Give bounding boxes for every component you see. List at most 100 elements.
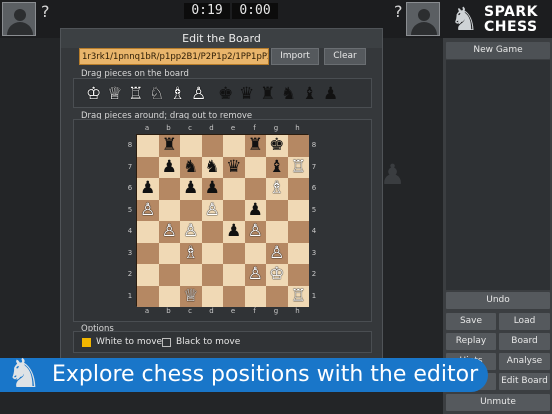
square-d5[interactable]: ♙ [201,199,223,221]
square-f1[interactable] [244,285,266,307]
square-b5[interactable] [158,199,180,221]
chess-piece[interactable]: ♖ [291,286,306,306]
square-g3[interactable]: ♙ [266,242,288,264]
square-h6[interactable] [287,178,309,200]
chess-piece[interactable]: ♝ [269,157,284,177]
square-a8[interactable] [137,135,159,157]
square-h1[interactable]: ♖ [287,285,309,307]
chess-piece[interactable]: ♙ [248,264,263,284]
square-e8[interactable] [223,135,245,157]
square-b4[interactable]: ♙ [158,221,180,243]
new-game-button[interactable]: New Game [446,42,550,59]
square-f7[interactable] [244,156,266,178]
square-g6[interactable]: ♗ [266,178,288,200]
square-f2[interactable]: ♙ [244,264,266,286]
square-f8[interactable]: ♜ [244,135,266,157]
square-c3[interactable]: ♗ [180,242,202,264]
square-a3[interactable] [137,242,159,264]
palette-white-piece[interactable]: ♙ [191,85,206,103]
square-b8[interactable]: ♜ [158,135,180,157]
square-h4[interactable] [287,221,309,243]
square-e3[interactable] [223,242,245,264]
chess-piece[interactable]: ♟ [248,200,263,220]
palette-black-piece[interactable]: ♝ [302,85,317,103]
square-h3[interactable] [287,242,309,264]
square-d8[interactable] [201,135,223,157]
palette-white-piece[interactable]: ♖ [128,85,143,103]
square-b1[interactable] [158,285,180,307]
import-button[interactable]: Import [271,48,319,65]
square-c6[interactable]: ♟ [180,178,202,200]
square-c5[interactable] [180,199,202,221]
edit-chessboard[interactable]: ♜ ♜ ♚ ♟ ♞ ♞ ♛ ♝ ♖ ♟ ♟ ♟ ♗ ♙ ♙ ♟ ♙ ♙ ♟ ♙ ♗ ♙ ♙ ♔ ♕ ♖ [136,134,309,307]
square-h5[interactable] [287,199,309,221]
chess-piece[interactable]: ♙ [140,200,155,220]
square-a7[interactable] [137,156,159,178]
palette-black-piece[interactable]: ♞ [281,85,296,103]
board-style-button[interactable]: Board Style [499,333,550,363]
player-avatar-right[interactable] [406,2,440,36]
palette-black-piece[interactable]: ♟ [323,85,338,103]
chess-piece[interactable]: ♜ [162,135,177,155]
analyse-button[interactable]: Analyse [499,353,550,370]
load-button[interactable]: Load [499,313,550,330]
save-button[interactable]: Save [446,313,496,330]
square-d2[interactable] [201,264,223,286]
palette-white-piece[interactable]: ♗ [170,85,185,103]
square-b6[interactable] [158,178,180,200]
square-f6[interactable] [244,178,266,200]
square-f5[interactable]: ♟ [244,199,266,221]
undo-button[interactable]: Undo [446,292,550,309]
palette-white-piece[interactable]: ♕ [107,85,122,103]
square-f4[interactable]: ♙ [244,221,266,243]
chess-piece[interactable]: ♟ [183,178,198,198]
chess-piece[interactable]: ♔ [269,264,284,284]
chess-piece[interactable]: ♜ [248,135,263,155]
square-b7[interactable]: ♟ [158,156,180,178]
unmute-button[interactable]: Unmute [446,394,550,411]
chess-piece[interactable]: ♞ [183,157,198,177]
square-g1[interactable] [266,285,288,307]
square-d6[interactable]: ♟ [201,178,223,200]
square-d1[interactable] [201,285,223,307]
chess-piece[interactable]: ♗ [183,243,198,263]
palette-white-piece[interactable]: ♘ [149,85,164,103]
square-a1[interactable] [137,285,159,307]
chess-piece[interactable]: ♙ [205,200,220,220]
chess-piece[interactable]: ♟ [140,178,155,198]
chess-piece[interactable]: ♙ [269,243,284,263]
chess-piece[interactable]: ♟ [162,157,177,177]
replay-button[interactable]: Replay [446,333,496,350]
chess-piece[interactable]: ♛ [226,157,241,177]
edit-board-button[interactable]: Edit Board [499,373,550,390]
square-a4[interactable] [137,221,159,243]
palette-black-piece[interactable]: ♚ [218,85,233,103]
square-e2[interactable] [223,264,245,286]
square-e1[interactable] [223,285,245,307]
square-g7[interactable]: ♝ [266,156,288,178]
square-d7[interactable]: ♞ [201,156,223,178]
square-d4[interactable] [201,221,223,243]
square-c1[interactable]: ♕ [180,285,202,307]
chess-piece[interactable]: ♟ [205,178,220,198]
palette-black-piece[interactable]: ♜ [260,85,275,103]
square-h7[interactable]: ♖ [287,156,309,178]
player-avatar-left[interactable] [2,2,36,36]
square-c8[interactable] [180,135,202,157]
square-e4[interactable]: ♟ [223,221,245,243]
square-h8[interactable] [287,135,309,157]
square-f3[interactable] [244,242,266,264]
palette-white-piece[interactable]: ♔ [86,85,101,103]
chess-piece[interactable]: ♙ [248,221,263,241]
square-c4[interactable]: ♙ [180,221,202,243]
square-g8[interactable]: ♚ [266,135,288,157]
chess-piece[interactable]: ♕ [183,286,198,306]
square-d3[interactable] [201,242,223,264]
square-e6[interactable] [223,178,245,200]
square-c7[interactable]: ♞ [180,156,202,178]
square-c2[interactable] [180,264,202,286]
square-a6[interactable]: ♟ [137,178,159,200]
chess-piece[interactable]: ♙ [183,221,198,241]
square-e5[interactable] [223,199,245,221]
chess-piece[interactable]: ♖ [291,157,306,177]
